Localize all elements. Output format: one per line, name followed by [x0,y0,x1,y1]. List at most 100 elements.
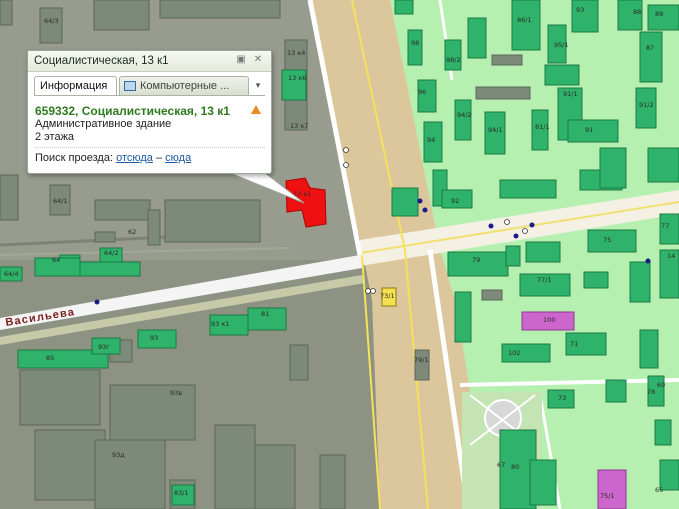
building[interactable] [499,179,557,199]
building[interactable] [444,39,462,71]
building-gray[interactable] [319,454,346,509]
building-gray[interactable] [214,424,256,509]
building[interactable] [647,147,679,183]
tab-companies[interactable]: Компьютерные ... [119,76,249,95]
building-number-label: 98/2 [446,56,461,64]
building[interactable] [467,17,487,59]
building[interactable] [544,64,580,86]
poi-point[interactable] [529,222,535,228]
building[interactable] [587,229,637,253]
building[interactable] [654,419,672,446]
building-gray[interactable] [481,289,503,301]
building-number-label: 75/1 [600,492,615,500]
popup-tabs: Информация Компьютерные ... ▾ [34,76,265,96]
building-gray[interactable] [254,444,296,509]
building-gray[interactable] [159,0,281,19]
building-gray[interactable] [414,349,430,381]
building-number-label: 13 к7 [290,122,308,130]
building[interactable] [571,0,599,33]
popup-title: Социалистическая, 13 к1 [34,55,169,67]
stop-point[interactable] [370,288,376,294]
building-number-label: 95/1 [554,41,569,49]
divider [35,147,265,148]
building-number-label: 96 [418,88,426,96]
building[interactable] [454,99,472,141]
building-floors: 2 этажа [35,131,75,143]
poi-point[interactable] [513,233,519,239]
route-label: Поиск проезда: [35,152,113,164]
building-gray[interactable] [289,344,309,381]
building-special[interactable] [597,469,627,509]
building-gray[interactable] [491,54,523,66]
building-number-label: 79 [472,256,480,264]
building-number-label: 77/1 [537,276,552,284]
building-number-label: 64/2 [104,249,119,257]
building-gray[interactable] [0,0,13,26]
window-icon[interactable]: ▣ [235,54,247,66]
close-icon[interactable]: ✕ [252,54,264,66]
tab-info[interactable]: Информация [34,76,117,95]
building[interactable] [647,4,679,31]
building[interactable] [639,31,663,83]
building[interactable] [505,245,521,267]
building-gray[interactable] [147,209,161,246]
route-to-link[interactable]: сюда [165,152,191,164]
building-gray[interactable] [39,7,63,44]
stop-point[interactable] [522,228,528,234]
poi-point[interactable] [422,207,428,213]
building-number-label: 85 [46,354,54,362]
building-gray[interactable] [94,231,116,243]
building-number-label: 81/1 [535,123,550,131]
building-number-label: 86/1 [517,16,532,24]
building-number-label: 71 [570,340,578,348]
building-number-label: 69 [657,381,665,389]
building-number-label: 102 [508,349,520,357]
poi-point[interactable] [417,198,423,204]
building-gray[interactable] [475,86,531,100]
building[interactable] [605,379,627,403]
building-gray[interactable] [109,384,196,441]
poi-point[interactable] [94,299,100,305]
building[interactable] [529,459,557,506]
building[interactable] [639,329,659,369]
stop-point[interactable] [343,162,349,168]
chevron-down-icon[interactable]: ▾ [251,76,265,95]
warning-icon[interactable] [251,105,261,114]
building-gray[interactable] [19,369,101,426]
building[interactable] [417,79,437,113]
stop-point[interactable] [365,288,371,294]
building-number-label: 87 [646,44,654,52]
building-gray[interactable] [94,439,166,509]
building[interactable] [391,187,419,217]
building[interactable] [79,261,141,277]
building-gray[interactable] [0,174,19,221]
building-number-label: 64/3 [44,17,59,25]
building-number-label: 93д [112,451,125,459]
building[interactable] [629,261,651,303]
building-gray[interactable] [93,0,150,31]
stop-point[interactable] [343,147,349,153]
building[interactable] [407,29,423,66]
building-number-label: 13 к4 [287,49,305,57]
building-type: Административное здание [35,118,172,130]
stop-point[interactable] [504,219,510,225]
poi-point[interactable] [488,223,494,229]
building[interactable] [599,147,627,189]
building-number-label: 62 [128,228,136,236]
building-number-label: 77 [661,222,669,230]
building[interactable] [394,0,414,15]
building-number-label: 89 [655,10,663,18]
building[interactable] [454,291,472,343]
building-number-label: 64/4 [4,270,19,278]
building[interactable] [583,271,609,289]
building[interactable] [511,0,541,51]
route-search: Поиск проезда: отсюда – сюда [35,152,265,164]
building-gray[interactable] [94,199,151,221]
building[interactable] [525,241,561,263]
route-from-link[interactable]: отсюда [116,152,153,164]
route-dash: – [155,152,163,164]
poi-point[interactable] [645,258,651,264]
building-number-label: 100 [543,316,555,324]
building-number-label: 75 [603,236,611,244]
tab-info-label: Информация [40,80,108,92]
